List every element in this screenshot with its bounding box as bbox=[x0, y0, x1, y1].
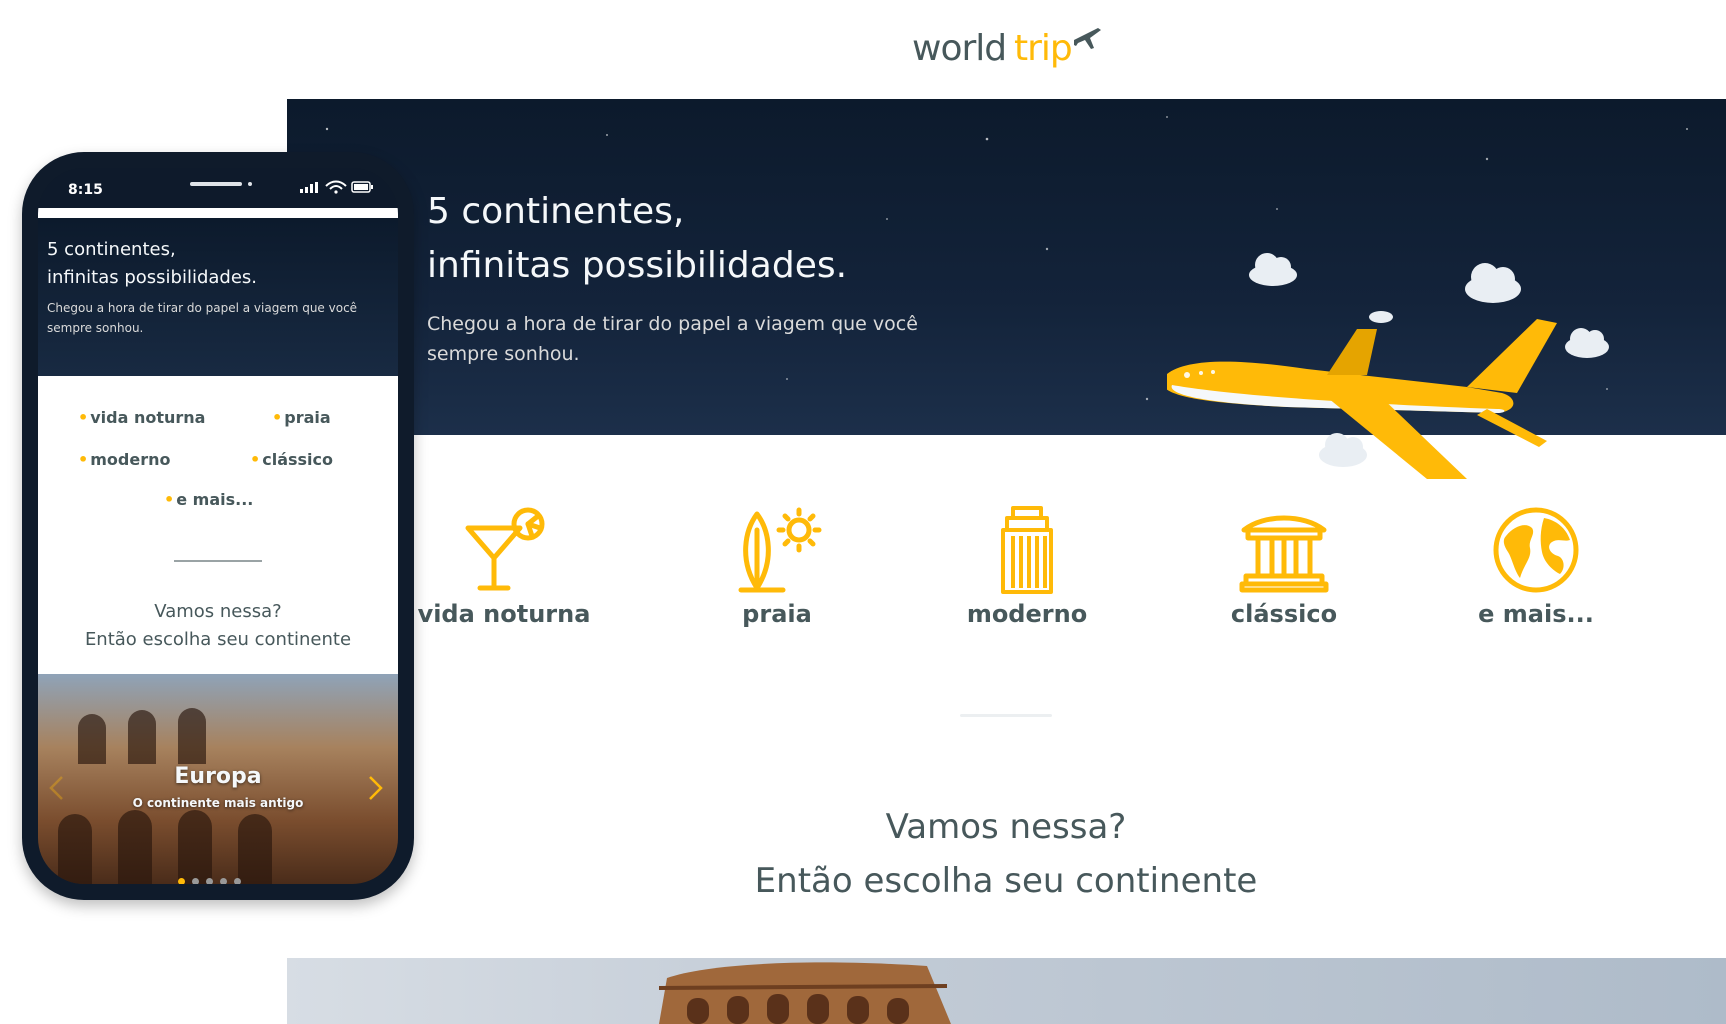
phone-cta-line2: Então escolha seu continente bbox=[84, 629, 352, 650]
pagination-dot[interactable] bbox=[192, 878, 199, 884]
worldtrip-logo[interactable]: world trip bbox=[912, 22, 1102, 78]
phone-cta-line1: Vamos nessa? bbox=[154, 601, 282, 622]
phone-screen: 8:15 5 continentes, infinitas possibilid… bbox=[38, 168, 398, 884]
pagination-dot[interactable] bbox=[234, 878, 241, 884]
phone-type-e-mais[interactable]: • e mais... bbox=[164, 490, 253, 509]
arch-shape bbox=[128, 710, 156, 764]
camera-dot bbox=[248, 182, 252, 186]
hero-banner: 5 continentes, infinitas possibilidades.… bbox=[287, 99, 1726, 479]
arch-shape bbox=[58, 814, 92, 884]
type-label: praia bbox=[742, 600, 812, 628]
status-time: 8:15 bbox=[68, 182, 103, 198]
building-icon bbox=[1001, 506, 1053, 594]
bullet-icon: • bbox=[78, 408, 89, 427]
logo-world-text: world bbox=[912, 28, 1007, 69]
museum-icon bbox=[1239, 515, 1329, 593]
speaker-pill bbox=[190, 182, 242, 186]
continent-slider[interactable] bbox=[287, 958, 1726, 1024]
phone-hero-banner: 5 continentes, infinitas possibilidades.… bbox=[38, 218, 398, 376]
airplane-illustration bbox=[1167, 253, 1609, 479]
phone-type-label: praia bbox=[284, 408, 331, 427]
phone-hero-subtitle: Chegou a hora de tirar do papel a viagem… bbox=[47, 301, 358, 335]
hero-title: 5 continentes, infinitas possibilidades. bbox=[427, 185, 987, 293]
slide-subtitle: O continente mais antigo bbox=[132, 796, 304, 810]
status-bar: 8:15 bbox=[38, 168, 398, 208]
type-label: clássico bbox=[1230, 600, 1338, 628]
status-icons bbox=[300, 180, 373, 194]
type-e-mais[interactable]: e mais... bbox=[1436, 500, 1636, 628]
type-praia[interactable]: praia bbox=[677, 500, 877, 628]
logo-trip-text: trip bbox=[1014, 28, 1073, 69]
phone-type-moderno[interactable]: • moderno bbox=[78, 450, 170, 469]
section-divider bbox=[960, 714, 1052, 717]
bullet-icon: • bbox=[78, 450, 89, 469]
phone-hero-title: 5 continentes, infinitas possibilidades. bbox=[47, 236, 257, 292]
phone-type-label: e mais... bbox=[176, 490, 254, 509]
phone-continent-slide[interactable]: Europa O continente mais antigo bbox=[38, 674, 398, 884]
phone-type-label: clássico bbox=[262, 450, 334, 469]
type-classico[interactable]: clássico bbox=[1184, 500, 1384, 628]
phone-cta-heading: Vamos nessa? Então escolha seu continent… bbox=[38, 598, 398, 654]
phone-type-vida-noturna[interactable]: • vida noturna bbox=[78, 408, 205, 427]
travel-types-list: vida noturna praia moderno clássico e ma… bbox=[287, 500, 1726, 640]
hero-title-line2: infinitas possibilidades. bbox=[427, 245, 848, 286]
bullet-icon: • bbox=[250, 450, 261, 469]
hero-title-line1: 5 continentes, bbox=[427, 191, 685, 232]
surf-sun-icon bbox=[738, 507, 822, 593]
phone-type-label: vida noturna bbox=[90, 408, 206, 427]
slider-pagination bbox=[178, 870, 258, 884]
pagination-dot[interactable] bbox=[220, 878, 227, 884]
type-moderno[interactable]: moderno bbox=[927, 500, 1127, 628]
pagination-dot[interactable] bbox=[178, 878, 185, 884]
cocktail-icon bbox=[465, 507, 545, 591]
type-label: e mais... bbox=[1478, 600, 1594, 628]
chevron-right-icon[interactable] bbox=[364, 774, 386, 802]
arch-shape bbox=[118, 810, 152, 884]
phone-mockup: 8:15 5 continentes, infinitas possibilid… bbox=[22, 152, 414, 900]
page: world trip 5 continentes, infinitas poss… bbox=[0, 0, 1726, 1024]
colosseum-image bbox=[658, 962, 951, 1024]
bullet-icon: • bbox=[164, 490, 175, 509]
phone-content: • vida noturna • praia • moderno • clássico … bbox=[38, 376, 398, 674]
phone-hero-title-line2: infinitas possibilidades. bbox=[47, 267, 258, 288]
phone-divider bbox=[174, 560, 262, 562]
type-label: vida noturna bbox=[417, 600, 591, 628]
type-vida-noturna[interactable]: vida noturna bbox=[404, 500, 604, 628]
phone-type-classico[interactable]: • clássico bbox=[250, 450, 333, 469]
cta-heading: Vamos nessa? Então escolha seu continent… bbox=[640, 800, 1372, 908]
cta-line1: Vamos nessa? bbox=[885, 807, 1127, 847]
slide-title: Europa bbox=[174, 764, 262, 789]
hero-subtitle: Chegou a hora de tirar do papel a viagem… bbox=[427, 313, 918, 365]
type-label: moderno bbox=[966, 600, 1088, 628]
globe-icon bbox=[1493, 507, 1579, 593]
phone-type-praia[interactable]: • praia bbox=[272, 408, 331, 427]
logo-plane-icon bbox=[1074, 28, 1101, 49]
arch-shape bbox=[178, 708, 206, 764]
phone-header bbox=[38, 208, 398, 218]
arch-shape bbox=[78, 714, 106, 764]
phone-type-label: moderno bbox=[90, 450, 171, 469]
chevron-left-icon[interactable] bbox=[46, 774, 68, 802]
cta-line2: Então escolha seu continente bbox=[754, 861, 1258, 901]
phone-hero-title-line1: 5 continentes, bbox=[47, 239, 176, 260]
bullet-icon: • bbox=[272, 408, 283, 427]
pagination-dot[interactable] bbox=[206, 878, 213, 884]
